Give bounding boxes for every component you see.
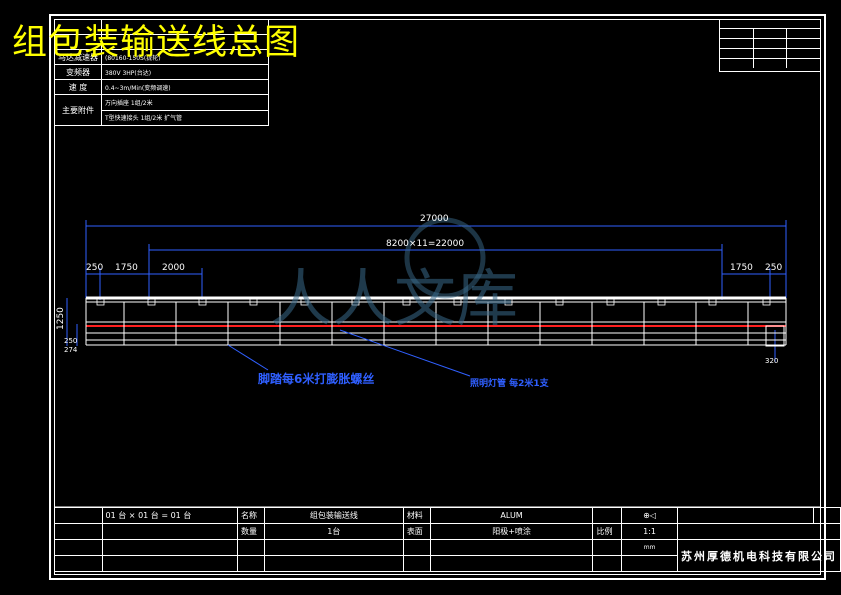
tb-material: ALUM — [429, 507, 594, 524]
title-block: 01 台 × 01 台 = 01 台 名称 组包装输送线 材料 ALUM ⊕◁ … — [54, 507, 841, 572]
company-name: 苏州厚德机电科技有限公司 — [680, 549, 837, 563]
tb-material-label: 材料 — [402, 507, 431, 524]
tb-r1-d: 台 — [150, 511, 159, 520]
tb-r1-f: 台 — [183, 511, 192, 520]
dim-right-end: 250 — [765, 263, 783, 273]
dim-overall: 27000 — [420, 214, 449, 224]
tb-name-label: 名称 — [236, 507, 265, 524]
dim-inner: 8200×11=22000 — [386, 239, 465, 249]
watermark: 人人文库 — [270, 262, 519, 335]
tb-name: 组包装输送线 — [263, 507, 404, 524]
dim-left-end: 250 — [86, 263, 104, 273]
tb-scale: 1:1 — [621, 523, 678, 540]
tb-qty: 1台 — [263, 523, 404, 540]
dim-left-a: 1750 — [115, 263, 138, 273]
dim-left-b: 2000 — [162, 263, 185, 273]
tb-r1-c: 01 — [138, 511, 149, 520]
tb-scale-label: 比例 — [592, 523, 623, 540]
tb-surface-label: 表面 — [402, 523, 431, 540]
dim-height-a: 250 — [64, 337, 78, 345]
tb-r1-a: 01 — [105, 511, 116, 520]
tb-surface: 阳极+喷涂 — [429, 523, 594, 540]
dim-height-total: 1250 — [56, 307, 66, 330]
note-light: 照明灯管 每2米1支 — [470, 379, 549, 389]
tb-qty-label: 数量 — [236, 523, 265, 540]
tb-r1-b: 台 — [118, 511, 127, 520]
dim-height-b: 274 — [64, 346, 78, 354]
tb-r1-e: 01 — [170, 511, 181, 520]
dim-right-a: 1750 — [730, 263, 753, 273]
tb-unit: mm — [621, 539, 678, 556]
dim-right-height: 320 — [765, 357, 779, 365]
projection-icon: ⊕◁ — [621, 507, 678, 524]
note-foot: 脚踏每6米打膨胀螺丝 — [258, 372, 375, 386]
tb-company: 苏州厚德机电科技有限公司 — [676, 539, 841, 572]
leader-foot — [227, 344, 269, 371]
